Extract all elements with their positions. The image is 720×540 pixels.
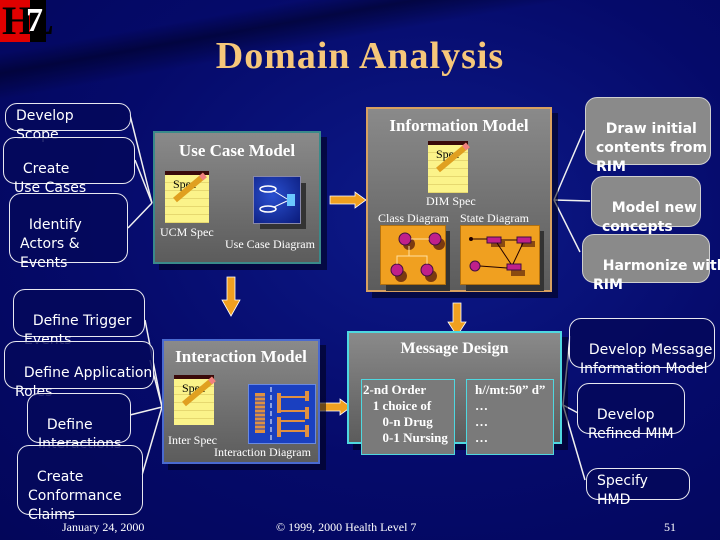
panel-title: Message Design — [400, 340, 509, 357]
activity-develop-scope[interactable]: Develop Scope — [5, 103, 131, 143]
connector-line — [127, 202, 153, 229]
activity-develop-message-information-model[interactable]: Develop Message Information Model — [569, 318, 715, 377]
class-diagram-caption: Class Diagram — [378, 211, 449, 225]
use-case-diagram-icon[interactable] — [253, 176, 301, 224]
activity-label: Identify Actors & Events — [20, 217, 82, 271]
activity-label: Create Conformance Claims — [28, 469, 122, 523]
activity-develop-refined-mim[interactable]: Develop Refined MIM — [577, 383, 685, 442]
interaction-model-panel[interactable]: Interaction Model Spec Inter Spec Intera… — [162, 339, 320, 464]
spec-pad-icon: Spec — [174, 375, 216, 425]
connector-line — [129, 406, 163, 416]
connector-line — [141, 406, 163, 476]
state-diagram-icon[interactable] — [460, 225, 540, 285]
activity-label: Create Use Cases — [14, 161, 87, 196]
use-case-diagram-caption: Use Case Diagram — [225, 237, 315, 251]
inter-spec-caption: Inter Spec — [168, 433, 217, 447]
connector-line — [553, 199, 591, 202]
page-number: 51 — [664, 520, 676, 534]
spec-pad-icon: Spec — [428, 141, 470, 193]
activity-define-trigger-events[interactable]: Define Trigger Events — [13, 289, 145, 348]
message-design-panel[interactable]: Message Design 2-nd Order 1 choice of 0-… — [347, 331, 562, 455]
use-case-model-panel[interactable]: Use Case Model Spec UCM Spec Use Case Di… — [153, 131, 321, 264]
information-model-panel[interactable]: Information Model Spec DIM Spec Class Di… — [366, 107, 552, 292]
connector-line — [553, 199, 581, 253]
dim-spec-caption: DIM Spec — [426, 194, 476, 208]
activity-specify-hmd[interactable]: Specify HMD — [586, 468, 690, 508]
activity-label: Develop Refined MIM — [588, 407, 674, 442]
activity-define-application-roles[interactable]: Define Application Roles — [4, 341, 154, 400]
class-diagram-icon[interactable] — [380, 225, 446, 285]
spec-pad-icon: Spec — [165, 171, 209, 223]
activity-harmonize-with-rim[interactable]: Harmonize with RIM — [582, 234, 720, 293]
message-encoding-box[interactable]: h//mt:50” d” … … … — [466, 379, 554, 455]
panel-title: Information Model — [389, 116, 529, 135]
activity-model-new-concepts[interactable]: Model new concepts — [591, 176, 701, 235]
ucm-spec-caption: UCM Spec — [160, 225, 214, 239]
footer-copyright: © 1999, 2000 Health Level 7 — [276, 520, 417, 534]
interaction-diagram-icon[interactable] — [248, 384, 316, 444]
panel-title: Use Case Model — [178, 141, 296, 160]
activity-create-use-cases[interactable]: Create Use Cases — [3, 137, 135, 196]
activity-draw-initial-contents[interactable]: Draw initial contents from RIM — [585, 97, 711, 175]
connector-line — [553, 129, 585, 201]
state-diagram-caption: State Diagram — [460, 211, 529, 225]
message-structure-box[interactable]: 2-nd Order 1 choice of 0-n Drug 0-1 Nurs… — [361, 379, 455, 455]
arrow-down-icon — [221, 276, 241, 317]
arrow-right-icon — [329, 191, 367, 209]
activity-label: Develop Message Information Model — [580, 342, 713, 377]
footer-date: January 24, 2000 — [62, 520, 145, 534]
interaction-diagram-caption: Interaction Diagram — [214, 445, 311, 459]
activity-identify-actors[interactable]: Identify Actors & Events — [9, 193, 128, 271]
panel-title: Interaction Model — [175, 347, 307, 366]
activity-create-conformance-claims[interactable]: Create Conformance Claims — [17, 445, 143, 523]
activity-define-interactions[interactable]: Define Interactions — [27, 393, 131, 452]
